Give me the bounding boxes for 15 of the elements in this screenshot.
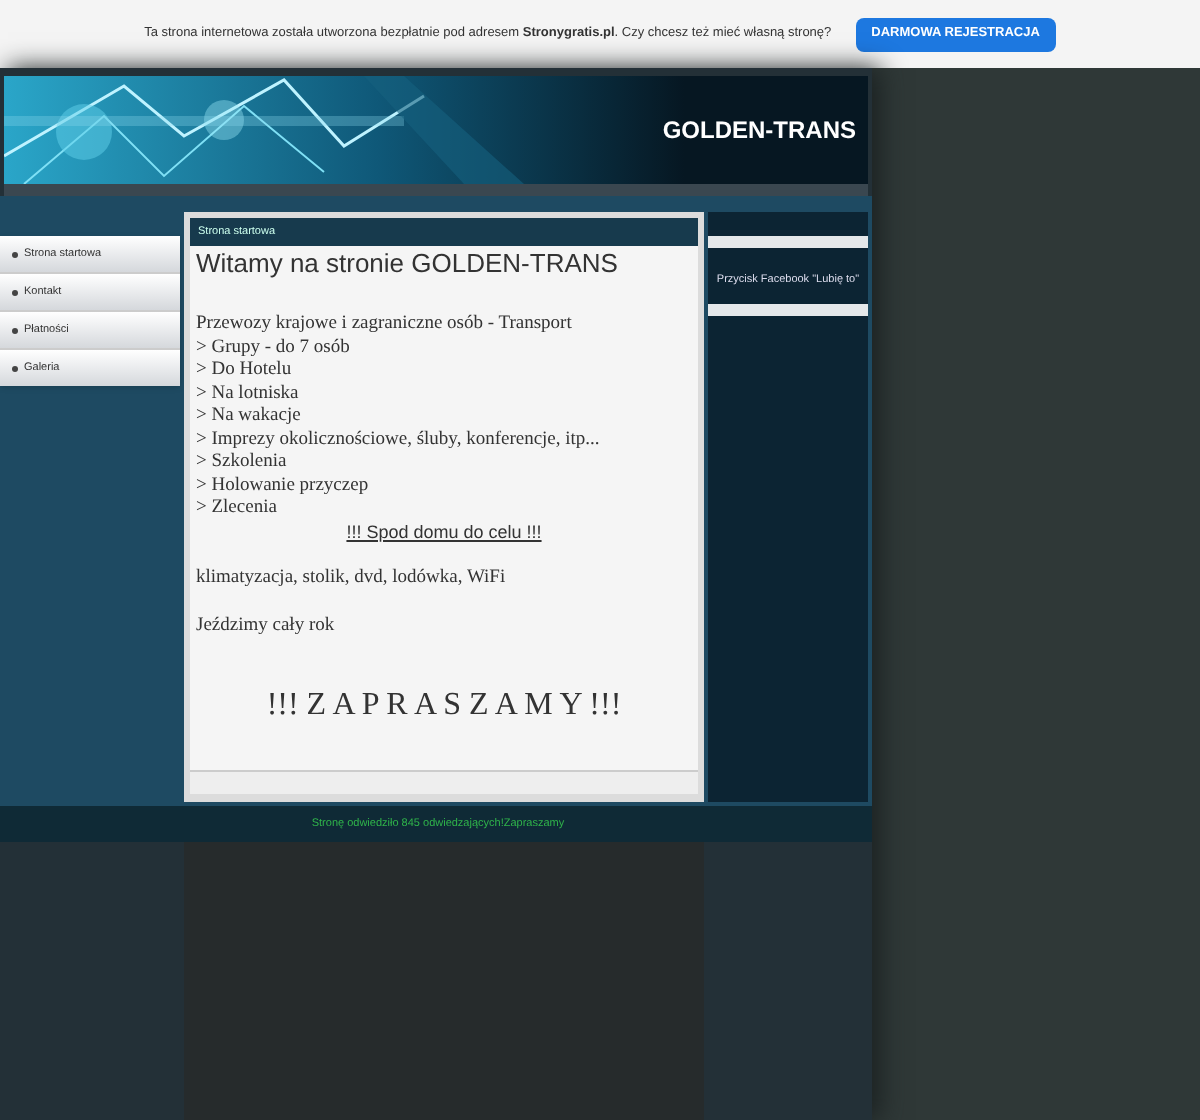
service-item: > Imprezy okolicznościowe, śluby, konferencje, itp... [196, 429, 602, 452]
site-title: GOLDEN-TRANS [662, 114, 856, 148]
year-round-text: Jeździmy cały rok [196, 615, 337, 638]
service-item: > Na wakacje [196, 406, 303, 429]
service-item: > Na lotniska [196, 383, 301, 406]
intro-text: Przewozy krajowe i zagraniczne osób - Transport [196, 314, 574, 337]
slogan-link[interactable]: !!! Spod domu do celu !!! [346, 521, 542, 544]
amenities-text: klimatyzacja, stolik, dvd, lodówka, WiFi [196, 568, 508, 591]
service-item: > Szkolenia [196, 452, 289, 475]
page-heading: Witamy na stronie GOLDEN-TRANS [196, 248, 620, 280]
service-item: > Do Hotelu [196, 360, 294, 383]
service-item: > Grupy - do 7 osób [196, 337, 352, 360]
service-item: > Holowanie przyczep [196, 475, 371, 498]
service-item: > Zlecenia [196, 498, 279, 521]
invite-text: !!! Z A P R A S Z A M Y !!! [266, 686, 622, 726]
